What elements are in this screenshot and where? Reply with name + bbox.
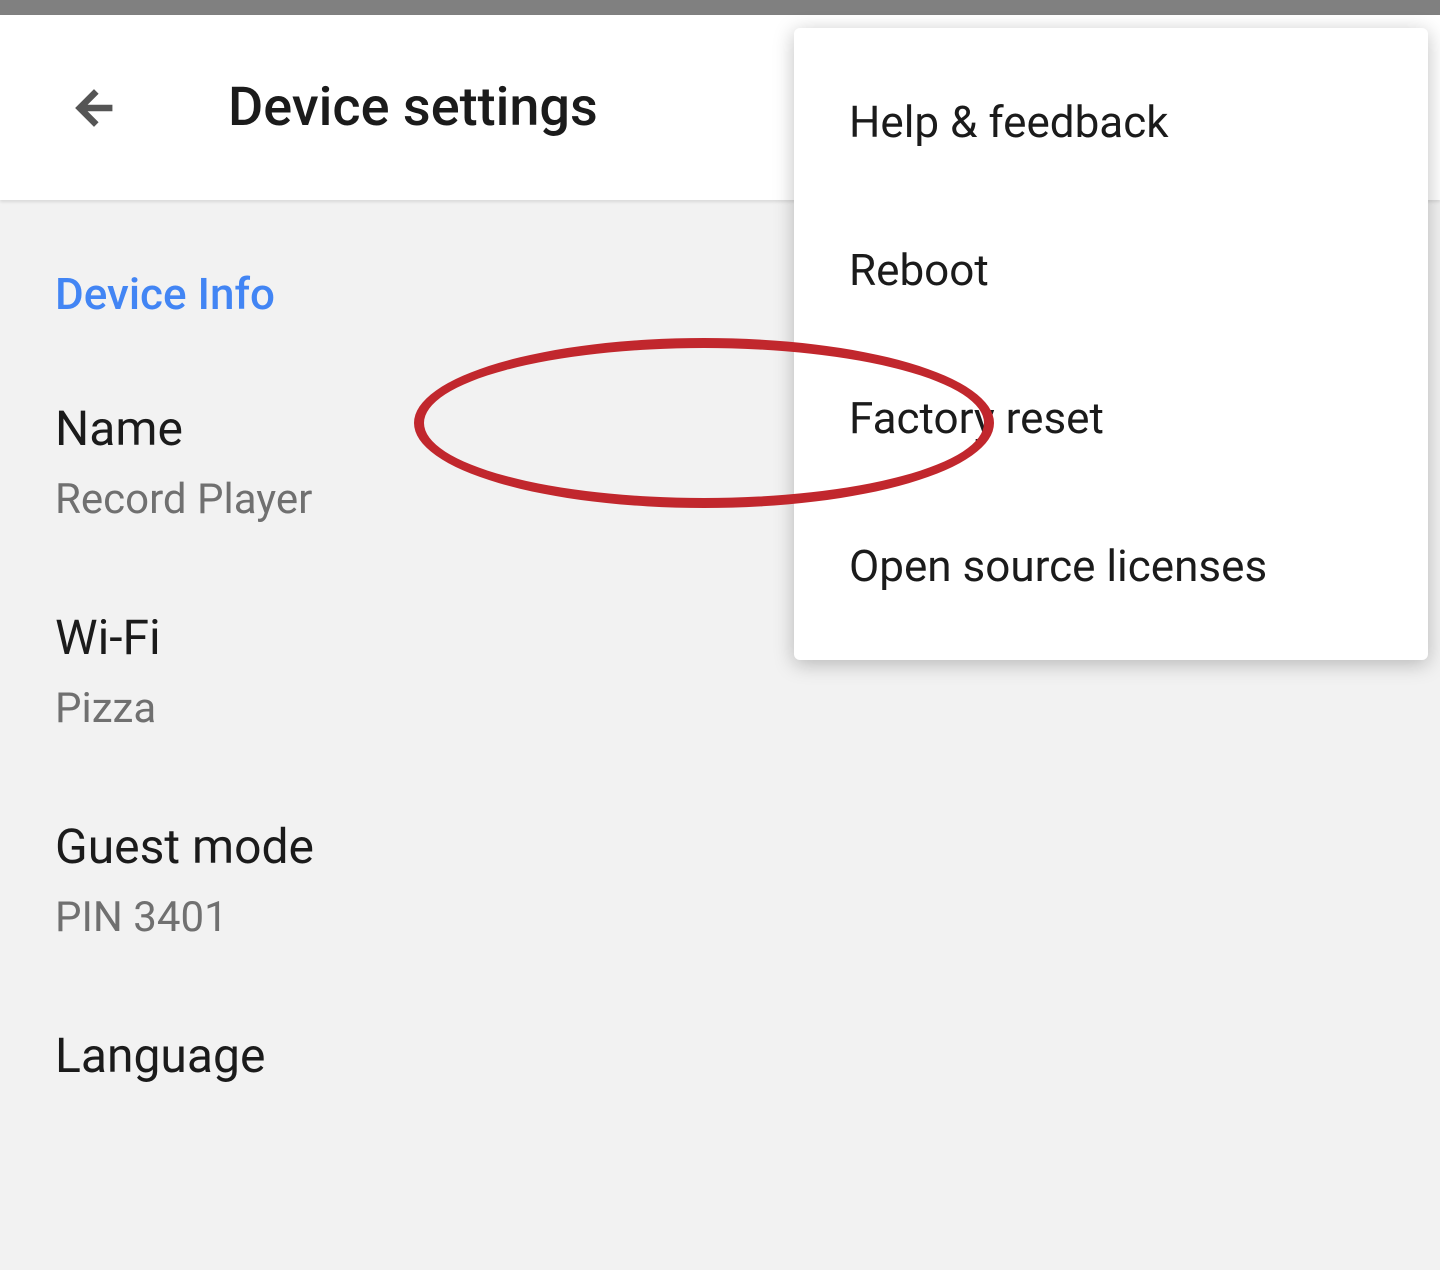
settings-item-value: Pizza — [55, 684, 1385, 733]
menu-item-help-feedback[interactable]: Help & feedback — [794, 48, 1428, 196]
settings-item-label: Guest mode — [55, 818, 1385, 875]
settings-item-label: Language — [55, 1027, 1385, 1084]
menu-item-factory-reset[interactable]: Factory reset — [794, 344, 1428, 492]
status-bar — [0, 0, 1440, 15]
menu-item-reboot[interactable]: Reboot — [794, 196, 1428, 344]
page-title: Device settings — [228, 76, 598, 139]
settings-item-language[interactable]: Language — [55, 1027, 1385, 1084]
menu-item-open-source[interactable]: Open source licenses — [794, 492, 1428, 640]
back-button[interactable] — [68, 82, 120, 134]
settings-item-value: PIN 3401 — [55, 893, 1385, 942]
overflow-menu: Help & feedback Reboot Factory reset Ope… — [794, 28, 1428, 660]
back-arrow-icon — [68, 82, 120, 134]
settings-item-guest-mode[interactable]: Guest mode PIN 3401 — [55, 818, 1385, 942]
